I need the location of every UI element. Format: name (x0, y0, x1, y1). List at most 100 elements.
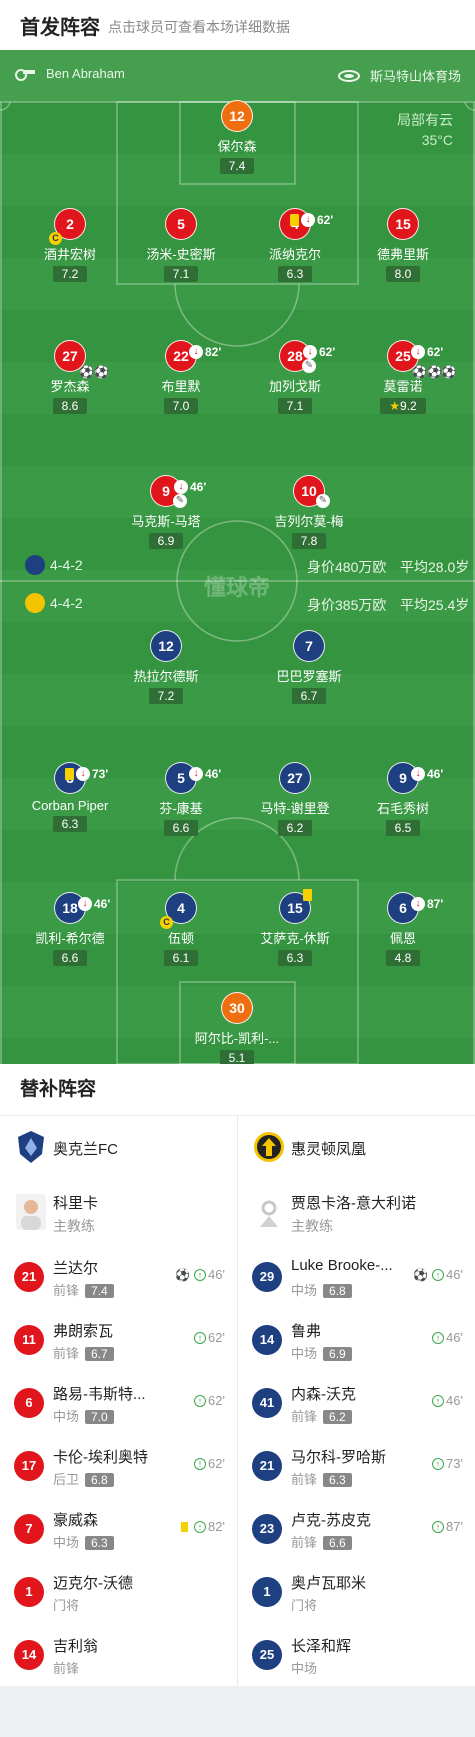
player-name: 伍顿 (167, 931, 194, 946)
away-player-0[interactable]: 12 热拉尔德斯 7.2 (101, 630, 231, 705)
wellington-phoenix-logo-icon (254, 1132, 284, 1162)
sub-row[interactable]: 14 鲁弗 中场 6.9 ↑ 46' (238, 1308, 475, 1371)
sub-minute: 82' (205, 345, 222, 359)
sub-row[interactable]: 1 奥卢瓦耶米 门将 (238, 1560, 475, 1623)
sub-minute: 46' (446, 1393, 463, 1408)
sub-minute: 46' (205, 767, 222, 781)
weather-temperature: 35°C (421, 132, 453, 148)
home-formation: 4-4-2 (50, 557, 83, 573)
player-name: 阿尔比-凯利-... (194, 1031, 280, 1046)
sub-rating: 6.3 (323, 1473, 352, 1487)
away-player-3[interactable]: 5 ↓ 46' 芬-康基 6.6 (116, 762, 246, 837)
sub-minute: 73' (446, 1456, 463, 1471)
shirt-number: 27 (279, 762, 311, 794)
sub-rating: 6.8 (323, 1284, 352, 1298)
coach-avatar-placeholder-icon (254, 1194, 284, 1230)
assist-icon: ✎ (173, 494, 187, 508)
sub-position: 中场 (291, 1346, 318, 1361)
stadium-icon (337, 69, 360, 82)
sub-number: 17 (14, 1451, 44, 1481)
player-rating: 7.1 (163, 266, 199, 282)
sub-row[interactable]: 25 长泽和辉 中场 (238, 1623, 475, 1686)
sub-minute: 62' (208, 1393, 225, 1408)
coach-role: 主教练 (53, 1218, 95, 1234)
away-player-9[interactable]: 6 ↓ 87' 佩恩 4.8 (338, 892, 468, 967)
sub-row[interactable]: 21 马尔科-罗哈斯 前锋 6.3 ↑ 73' (238, 1434, 475, 1497)
away-team-header[interactable]: 惠灵顿凤凰 (238, 1116, 475, 1180)
home-team-header[interactable]: 奥克兰FC (0, 1116, 237, 1180)
sub-name: 内森-沃克 (291, 1386, 356, 1403)
player-name: 保尔森 (217, 139, 257, 154)
sub-name: 豪威森 (53, 1512, 99, 1529)
home-player-8[interactable]: 25 ↓ 62' ⚽⚽⚽ 莫雷诺 ★9.2 (338, 340, 468, 415)
shirt-number: 9 (162, 483, 170, 499)
sub-on-icon: ↑ (432, 1331, 445, 1344)
shirt-number: 4 (177, 900, 185, 916)
auckland-fc-logo-icon (18, 1131, 44, 1163)
coach-role: 主教练 (291, 1218, 333, 1234)
sub-row[interactable]: 7 豪威森 中场 6.3 ↑ 82' (0, 1497, 237, 1560)
sub-number: 23 (252, 1514, 282, 1544)
pitch: Ben Abraham 斯马特山体育场 局部有云 35°C 12 保尔森 7.4… (0, 50, 475, 1064)
shirt-number: 22 (173, 348, 189, 364)
away-player-7[interactable]: 4C 伍顿 6.1 (116, 892, 246, 967)
sub-off-icon: ↓ (174, 480, 188, 494)
lineup-header: 首发阵容 点击球员可查看本场详细数据 (0, 0, 475, 50)
substitutes-title: 替补阵容 (0, 1064, 475, 1116)
away-player-1[interactable]: 7 巴巴罗塞斯 6.7 (244, 630, 374, 705)
sub-on-icon: ↑ (432, 1394, 445, 1407)
sub-position: 中场 (291, 1283, 318, 1298)
sub-row[interactable]: 29 Luke Brooke-... 中场 6.8 ⚽ ↑ 46' (238, 1245, 475, 1308)
away-formation: 4-4-2 (50, 595, 83, 611)
sub-rating: 7.4 (85, 1284, 114, 1298)
player-rating: 7.0 (163, 398, 199, 414)
sub-name: Luke Brooke-... (291, 1257, 393, 1274)
sub-name: 吉利翁 (53, 1638, 99, 1655)
sub-row[interactable]: 11 弗朗索瓦 前锋 6.7 ↑ 62' (0, 1308, 237, 1371)
home-player-2[interactable]: 5 汤米-史密斯 7.1 (116, 208, 246, 283)
sub-row[interactable]: 17 卡伦-埃利奥特 后卫 6.8 ↑ 62' (0, 1434, 237, 1497)
home-team-summary: 4-4-2 身价480万欧 平均28.0岁 (0, 554, 475, 576)
player-name: 汤米-史密斯 (146, 247, 216, 262)
sub-number: 29 (252, 1262, 282, 1292)
sub-minute: 87' (427, 897, 444, 911)
sub-name: 长泽和辉 (291, 1638, 352, 1655)
sub-row[interactable]: 6 路易-韦斯特... 中场 7.0 ↑ 62' (0, 1371, 237, 1434)
goal-icon: ⚽ (175, 1267, 191, 1282)
player-name: 德弗里斯 (376, 247, 429, 262)
home-player-4[interactable]: 15 德弗里斯 8.0 (338, 208, 468, 283)
home-player-9[interactable]: 9 ↓ 46' ✎ 马克斯-马塔 6.9 (101, 475, 231, 550)
away-player-5[interactable]: 9 ↓ 46' 石毛秀树 6.5 (338, 762, 468, 837)
goals: ⚽⚽ (79, 365, 109, 379)
sub-name: 鲁弗 (291, 1323, 322, 1340)
goal-icon: ⚽ (413, 1267, 429, 1282)
venue: 斯马特山体育场 (337, 66, 461, 85)
page-subtitle: 点击球员可查看本场详细数据 (108, 18, 290, 35)
sub-row[interactable]: 41 内森-沃克 前锋 6.2 ↑ 46' (238, 1371, 475, 1434)
sub-rating: 6.2 (323, 1410, 352, 1424)
shirt-number: 7 (293, 630, 325, 662)
shirt-number: 9 (399, 770, 407, 786)
sub-position: 后卫 (53, 1472, 80, 1487)
shirt-number: 30 (221, 992, 253, 1024)
sub-row[interactable]: 1 迈克尔-沃德 门将 (0, 1560, 237, 1623)
away-player-10[interactable]: 30 阿尔比-凯利-... 5.1 (172, 992, 302, 1064)
sub-off-icon: ↓ (76, 767, 90, 781)
sub-row[interactable]: 14 吉利翁 前锋 (0, 1623, 237, 1686)
shirt-number: 10 (301, 483, 317, 499)
sub-row[interactable]: 21 兰达尔 前锋 7.4 ⚽ ↑ 46' (0, 1245, 237, 1308)
captain-badge: C (160, 916, 173, 929)
away-coach[interactable]: 贾恩卡洛-意大利诺 主教练 (238, 1180, 475, 1245)
sub-row[interactable]: 23 卢克-苏皮克 前锋 6.6 ↑ 87' (238, 1497, 475, 1560)
away-value: 身价385万欧 (307, 597, 387, 613)
player-rating: 6.7 (291, 688, 327, 704)
home-player-6[interactable]: 22 ↓ 82' 布里默 7.0 (116, 340, 246, 415)
yellow-card-icon (65, 768, 74, 780)
shirt-number: 12 (150, 630, 182, 662)
sub-position: 中场 (291, 1661, 318, 1676)
player-rating: 8.0 (385, 266, 421, 282)
home-coach[interactable]: 科里卡 主教练 (0, 1180, 237, 1245)
home-player-10[interactable]: 10 ✎ 吉列尔莫-梅 7.8 (244, 475, 374, 550)
home-player-0[interactable]: 12 保尔森 7.4 (172, 100, 302, 175)
player-name: 巴巴罗塞斯 (276, 669, 342, 684)
